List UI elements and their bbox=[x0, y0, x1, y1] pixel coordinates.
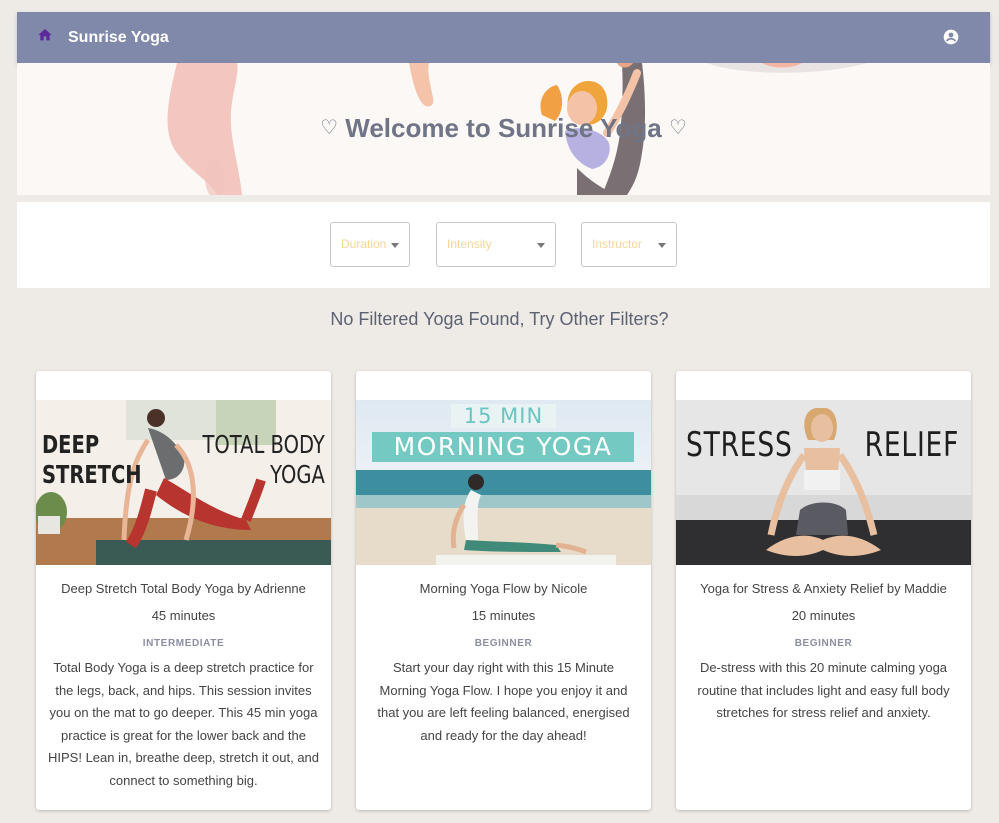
video-thumbnail[interactable]: STRESS RELIEF bbox=[676, 400, 971, 565]
caret-down-icon bbox=[391, 243, 399, 248]
account-circle-icon[interactable] bbox=[943, 29, 959, 45]
app-bar: Sunrise Yoga bbox=[17, 12, 990, 63]
caret-down-icon bbox=[658, 243, 666, 248]
thumbnail-caption-bottom: MORNING YOGA bbox=[372, 432, 634, 462]
card-title[interactable]: Deep Stretch Total Body Yoga by Adrienne bbox=[36, 581, 331, 596]
duration-select[interactable]: Duration bbox=[330, 222, 410, 267]
instructor-select[interactable]: Instructor bbox=[581, 222, 677, 267]
caret-down-icon bbox=[537, 243, 545, 248]
heart-icon: ♡ bbox=[320, 117, 339, 139]
thumbnail-caption-right: RELIEF bbox=[864, 425, 959, 465]
yoga-card[interactable]: 15 MIN MORNING YOGA Morning Yoga Flow by… bbox=[356, 371, 651, 810]
thumbnail-caption-right: TOTAL BODY YOGA bbox=[203, 430, 325, 490]
card-description: De-stress with this 20 minute calming yo… bbox=[697, 660, 950, 720]
intensity-select[interactable]: Intensity bbox=[436, 222, 556, 267]
thumbnail-caption-left: DEEP STRETCH bbox=[42, 430, 142, 490]
yoga-card[interactable]: DEEP STRETCH TOTAL BODY YOGA Deep Stretc… bbox=[36, 371, 331, 810]
thumbnail-caption-line: YOGA bbox=[270, 460, 325, 489]
yoga-card[interactable]: STRESS RELIEF Yoga for Stress & Anxiety … bbox=[676, 371, 971, 810]
card-level-badge: BEGINNER bbox=[794, 638, 853, 649]
card-title[interactable]: Yoga for Stress & Anxiety Relief by Madd… bbox=[676, 581, 971, 596]
card-title[interactable]: Morning Yoga Flow by Nicole bbox=[356, 581, 651, 596]
card-level-badge: INTERMEDIATE bbox=[142, 638, 225, 649]
heart-icon: ♡ bbox=[668, 117, 687, 139]
hero-banner: ♡ Welcome to Sunrise Yoga ♡ bbox=[17, 63, 990, 195]
video-thumbnail[interactable]: 15 MIN MORNING YOGA bbox=[356, 400, 651, 565]
thumbnail-caption-top: 15 MIN bbox=[451, 404, 556, 428]
filter-bar: Duration Intensity Instructor bbox=[17, 202, 990, 288]
card-level-badge: BEGINNER bbox=[474, 638, 533, 649]
hero-heading-text: Welcome to Sunrise Yoga bbox=[345, 113, 662, 143]
card-duration: 15 minutes bbox=[471, 608, 536, 623]
thumbnail-caption-line: STRETCH bbox=[42, 460, 142, 489]
card-description: Total Body Yoga is a deep stretch practi… bbox=[48, 660, 320, 788]
instructor-select-label: Instructor bbox=[592, 237, 643, 251]
video-thumbnail[interactable]: DEEP STRETCH TOTAL BODY YOGA bbox=[36, 400, 331, 565]
thumbnail-caption-line: TOTAL BODY bbox=[202, 430, 325, 459]
card-duration: 20 minutes bbox=[791, 608, 856, 623]
thumbnail-caption-left: STRESS bbox=[686, 425, 793, 465]
intensity-select-label: Intensity bbox=[447, 237, 492, 251]
duration-select-label: Duration bbox=[341, 237, 387, 251]
card-duration: 45 minutes bbox=[151, 608, 216, 623]
app-title[interactable]: Sunrise Yoga bbox=[68, 12, 169, 63]
home-icon[interactable] bbox=[37, 27, 53, 43]
card-description: Start your day right with this 15 Minute… bbox=[377, 660, 630, 743]
hero-heading: ♡ Welcome to Sunrise Yoga ♡ bbox=[17, 113, 990, 144]
empty-results-message: No Filtered Yoga Found, Try Other Filter… bbox=[330, 309, 669, 329]
thumbnail-caption-line: DEEP bbox=[42, 430, 100, 459]
